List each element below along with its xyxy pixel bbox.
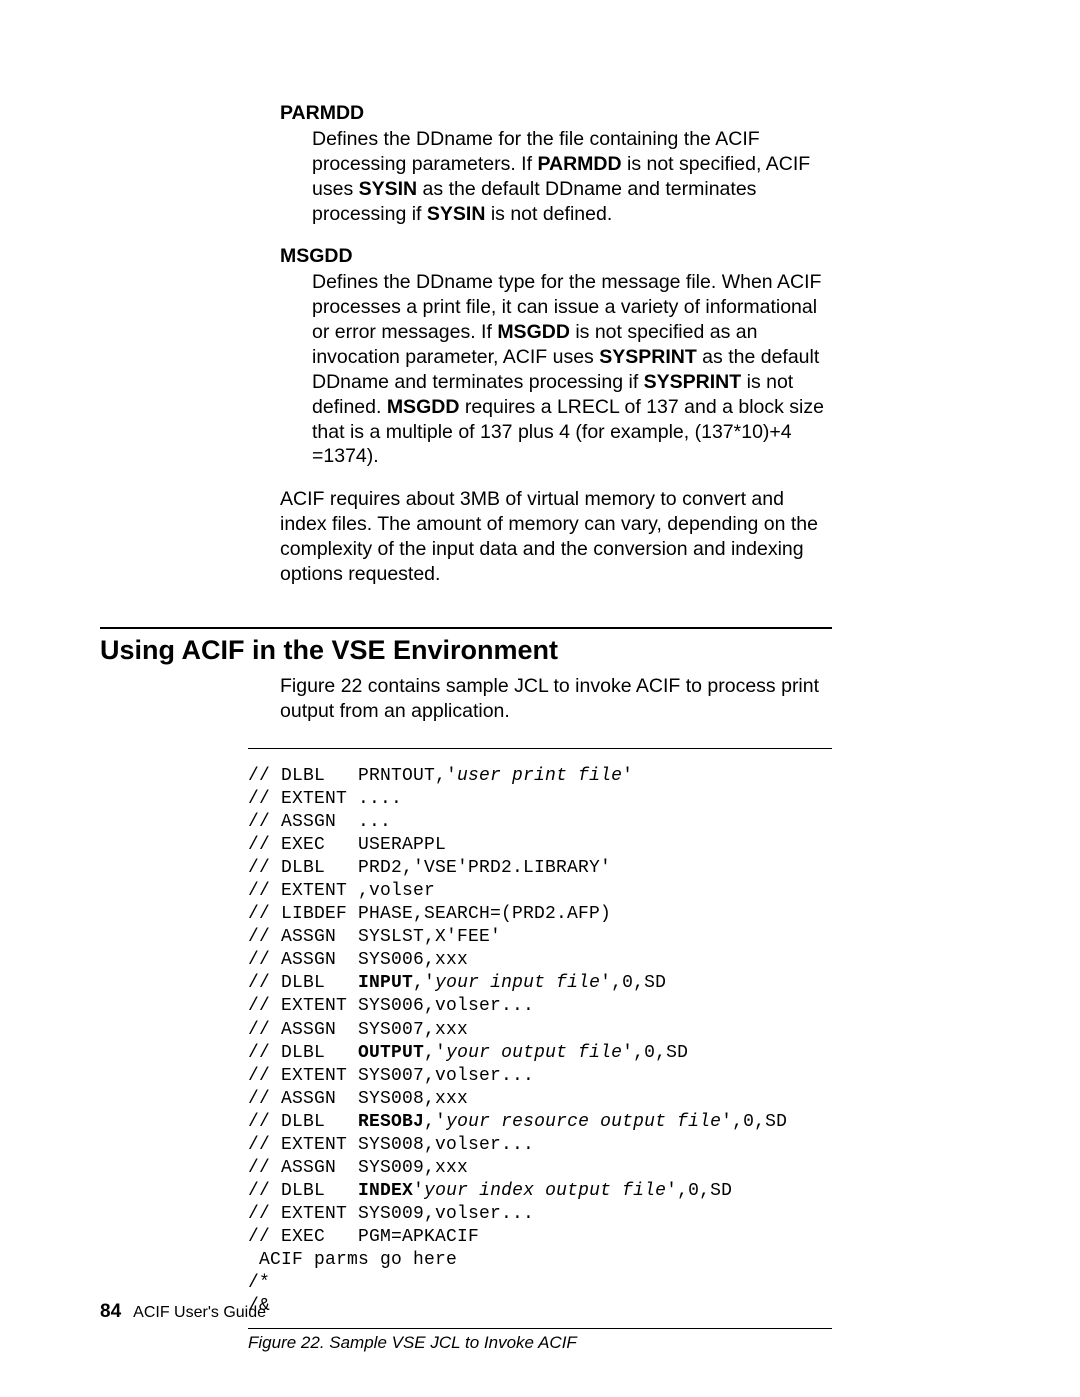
code-line: // DLBL [248, 1043, 358, 1063]
code-bold: RESOBJ [358, 1112, 424, 1132]
section-title: Using ACIF in the VSE Environment [100, 635, 832, 666]
term-msgdd: MSGDD [100, 245, 832, 268]
para-figure-intro: Figure 22 contains sample JCL to invoke … [100, 674, 832, 724]
code-line: ,' [424, 1043, 446, 1063]
code-line: // ASSGN SYS009,xxx [248, 1158, 468, 1178]
kw-sysprint1: SYSPRINT [599, 346, 697, 368]
footer-title: ACIF User's Guide [133, 1304, 266, 1321]
code-ital: user print file [457, 766, 622, 786]
code-line: ' [622, 766, 633, 786]
code-bold: INDEX [358, 1181, 413, 1201]
code-line: // EXEC USERAPPL [248, 835, 446, 855]
kw-msgdd1: MSGDD [497, 321, 570, 343]
code-line: ,' [424, 1112, 446, 1132]
kw-parmdd: PARMDD [537, 153, 621, 175]
code-line: ',0,SD [721, 1112, 787, 1132]
code-line: // DLBL PRNTOUT,' [248, 766, 457, 786]
code-line: // EXTENT SYS008,volser... [248, 1135, 534, 1155]
code-line: // EXEC PGM=APKACIF [248, 1227, 479, 1247]
code-line: // ASSGN SYS007,xxx [248, 1020, 468, 1040]
code-line: ,' [413, 973, 435, 993]
kw-sysprint2: SYSPRINT [644, 371, 742, 393]
page-footer: 84 ACIF User's Guide [100, 1301, 266, 1323]
desc-msgdd: Defines the DDname type for the message … [100, 270, 832, 470]
code-line: ',0,SD [622, 1043, 688, 1063]
code-ital: your index output file [424, 1181, 666, 1201]
section-rule [100, 627, 832, 629]
kw-sysin2: SYSIN [427, 203, 486, 225]
text: is not defined. [485, 203, 612, 225]
code-line: /* [248, 1273, 270, 1293]
code-line: // ASSGN ... [248, 812, 391, 832]
code-line: // DLBL PRD2,'VSE'PRD2.LIBRARY' [248, 858, 611, 878]
code-line: // ASSGN SYSLST,X'FEE' [248, 927, 501, 947]
figure-rule-top [248, 748, 832, 749]
code-bold: OUTPUT [358, 1043, 424, 1063]
code-line: // EXTENT .... [248, 789, 402, 809]
code-line: // ASSGN SYS008,xxx [248, 1089, 468, 1109]
kw-sysin: SYSIN [359, 178, 418, 200]
term-parmdd: PARMDD [100, 102, 832, 125]
kw-msgdd2: MSGDD [387, 396, 460, 418]
page: PARMDD Defines the DDname for the file c… [0, 0, 1080, 1397]
figure-caption: Figure 22. Sample VSE JCL to Invoke ACIF [248, 1333, 832, 1353]
code-ital: your resource output file [446, 1112, 721, 1132]
code-ital: your input file [435, 973, 600, 993]
code-line: ',0,SD [666, 1181, 732, 1201]
code-line: ' [413, 1181, 424, 1201]
code-line: // DLBL [248, 1112, 358, 1132]
code-line: // DLBL [248, 973, 358, 993]
code-listing: // DLBL PRNTOUT,'user print file' // EXT… [248, 765, 832, 1318]
code-line: ACIF parms go here [248, 1250, 457, 1270]
code-line: // EXTENT SYS007,volser... [248, 1066, 534, 1086]
code-line: // LIBDEF PHASE,SEARCH=(PRD2.AFP) [248, 904, 611, 924]
code-line: // EXTENT SYS006,volser... [248, 996, 534, 1016]
page-number: 84 [100, 1301, 121, 1322]
code-line: ',0,SD [600, 973, 666, 993]
para-memory: ACIF requires about 3MB of virtual memor… [100, 487, 832, 587]
code-line: // EXTENT SYS009,volser... [248, 1204, 534, 1224]
code-line: // EXTENT ,volser [248, 881, 435, 901]
code-bold: INPUT [358, 973, 413, 993]
figure-rule-bottom [248, 1328, 832, 1329]
desc-parmdd: Defines the DDname for the file containi… [100, 127, 832, 227]
code-ital: your output file [446, 1043, 622, 1063]
code-line: // ASSGN SYS006,xxx [248, 950, 468, 970]
code-line: // DLBL [248, 1181, 358, 1201]
